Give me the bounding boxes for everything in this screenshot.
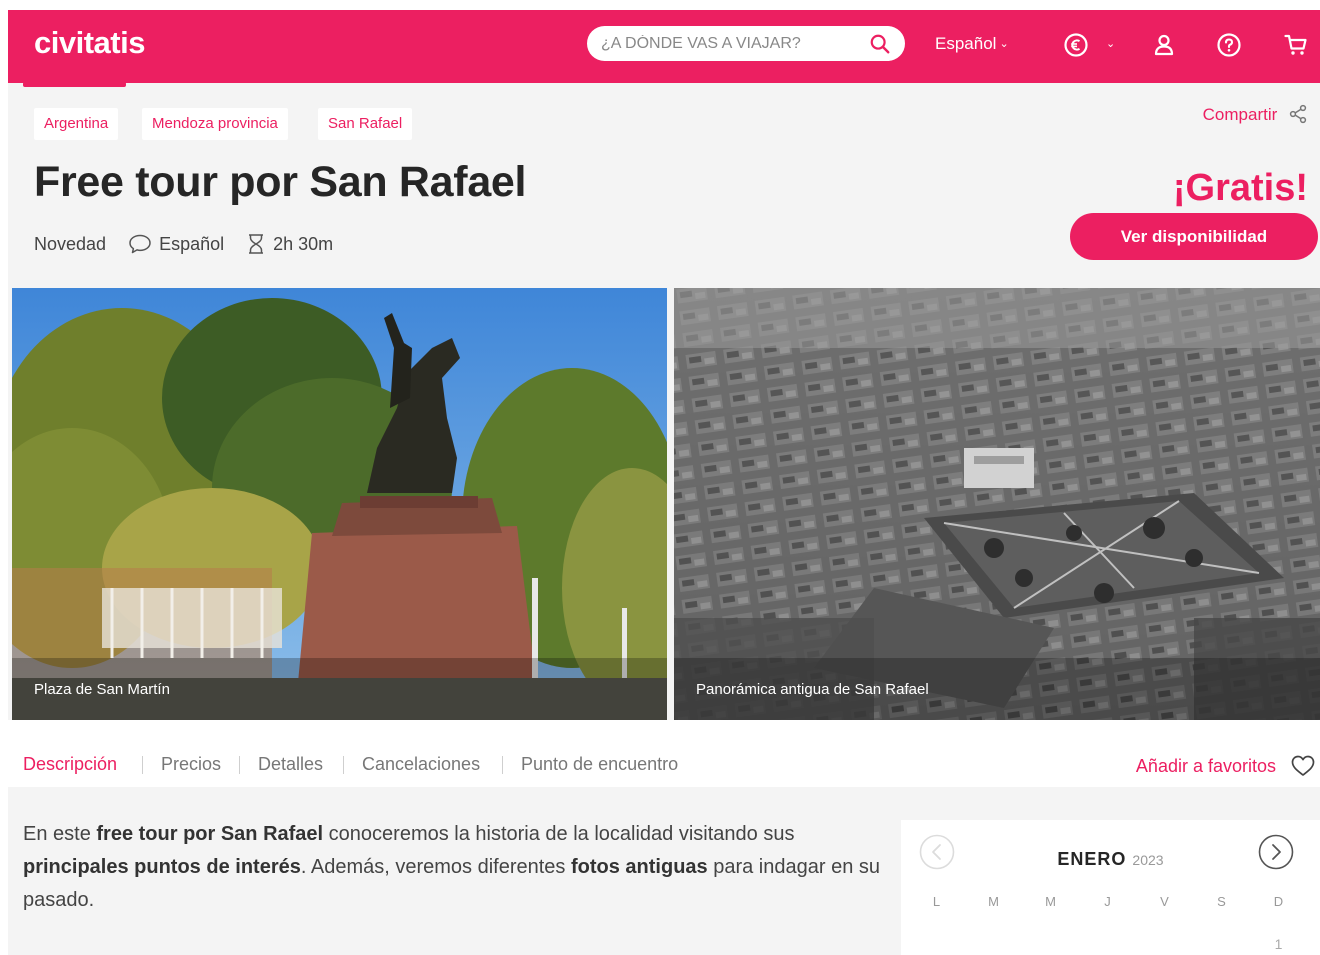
help-icon[interactable] bbox=[1216, 32, 1242, 58]
search-box[interactable] bbox=[587, 26, 905, 61]
currency-chevron-down-icon[interactable]: ⌄ bbox=[1106, 37, 1115, 50]
cart-icon[interactable] bbox=[1283, 32, 1309, 58]
novelty-label: Novedad bbox=[34, 233, 107, 254]
weekday-label: M bbox=[988, 894, 999, 909]
description-text: conoceremos la historia de la localidad … bbox=[323, 823, 795, 845]
duration-value: 2h 30m bbox=[273, 233, 334, 254]
share-button[interactable]: Compartir bbox=[1203, 104, 1308, 125]
next-month-icon[interactable] bbox=[1258, 834, 1294, 870]
user-icon[interactable] bbox=[1151, 32, 1177, 58]
breadcrumb-argentina[interactable]: Argentina bbox=[34, 108, 119, 140]
weekday-label: L bbox=[932, 894, 941, 909]
language-label: Español bbox=[935, 34, 997, 53]
tab-detalles[interactable]: Detalles bbox=[258, 754, 323, 775]
aerial-city-photo-image bbox=[674, 288, 1320, 720]
tour-description: En este free tour por San Rafael conocer… bbox=[23, 818, 883, 917]
search-input[interactable] bbox=[601, 26, 851, 61]
description-text: . Además, veremos diferentes bbox=[300, 856, 571, 878]
availability-calendar: ENERO 2023 L M M J V S D 1 bbox=[901, 820, 1320, 955]
statue-photo-image bbox=[12, 288, 667, 720]
language-selector[interactable]: Español ⌄ bbox=[935, 34, 1009, 54]
duration-info: 2h 30m bbox=[246, 233, 333, 255]
calendar-month: ENERO bbox=[1057, 849, 1127, 869]
photo-panoramica-antigua[interactable]: Panorámica antigua de San Rafael bbox=[674, 288, 1320, 720]
heart-icon[interactable] bbox=[1290, 753, 1316, 779]
chevron-down-icon: ⌄ bbox=[999, 38, 1009, 50]
tab-punto-de-encuentro[interactable]: Punto de encuentro bbox=[521, 754, 678, 775]
tour-meta: Novedad Español 2h 30m bbox=[34, 233, 355, 255]
language-value: Español bbox=[159, 233, 225, 254]
photo-plaza-san-martin[interactable]: Plaza de San Martín bbox=[12, 288, 667, 720]
tab-precios[interactable]: Precios bbox=[161, 754, 221, 775]
weekday-label: J bbox=[1104, 894, 1111, 909]
weekday-label: S bbox=[1217, 894, 1226, 909]
page-title: Free tour por San Rafael bbox=[34, 158, 527, 206]
share-icon bbox=[1289, 104, 1307, 124]
weekday-label: V bbox=[1160, 894, 1169, 909]
page-frame: civitatis Español⌄ ⌄ bbox=[8, 10, 1320, 955]
novelty-tag: Novedad bbox=[34, 234, 106, 255]
weekday-label: M bbox=[1045, 894, 1056, 909]
tab-descripcion[interactable]: Descripción bbox=[23, 754, 117, 775]
speech-bubble-icon bbox=[129, 234, 151, 254]
language-info: Español bbox=[128, 233, 224, 255]
search-icon[interactable] bbox=[869, 33, 891, 55]
euro-currency-icon[interactable] bbox=[1063, 32, 1089, 58]
weekday-label: D bbox=[1273, 894, 1284, 909]
tab-divider bbox=[343, 756, 344, 774]
tab-divider bbox=[502, 756, 503, 774]
check-availability-button[interactable]: Ver disponibilidad bbox=[1070, 213, 1318, 260]
description-highlight: free tour por San Rafael bbox=[96, 823, 324, 845]
description-highlight: fotos antiguas bbox=[570, 856, 708, 878]
breadcrumb-mendoza[interactable]: Mendoza provincia bbox=[142, 108, 288, 140]
photo-caption: Plaza de San Martín bbox=[34, 681, 170, 698]
share-label: Compartir bbox=[1202, 105, 1278, 124]
top-header: civitatis Español⌄ ⌄ bbox=[8, 10, 1320, 83]
breadcrumb-san-rafael[interactable]: San Rafael bbox=[318, 108, 413, 140]
photo-caption: Panorámica antigua de San Rafael bbox=[696, 681, 929, 698]
civitatis-logo[interactable]: civitatis bbox=[34, 25, 145, 61]
active-tab-indicator bbox=[23, 82, 126, 87]
description-highlight: principales puntos de interés bbox=[23, 856, 301, 878]
tab-cancelaciones[interactable]: Cancelaciones bbox=[362, 754, 480, 775]
add-to-favorites-link[interactable]: Añadir a favoritos bbox=[1136, 756, 1276, 777]
hourglass-icon bbox=[249, 234, 264, 254]
calendar-day[interactable]: 1 bbox=[1250, 936, 1307, 952]
section-tabs: Descripción Precios Detalles Cancelacion… bbox=[8, 720, 1320, 787]
calendar-year: 2023 bbox=[1132, 852, 1164, 868]
tab-divider bbox=[239, 756, 240, 774]
tab-divider bbox=[142, 756, 143, 774]
description-text: En este bbox=[23, 823, 97, 845]
price-label: ¡Gratis! bbox=[1172, 167, 1308, 209]
